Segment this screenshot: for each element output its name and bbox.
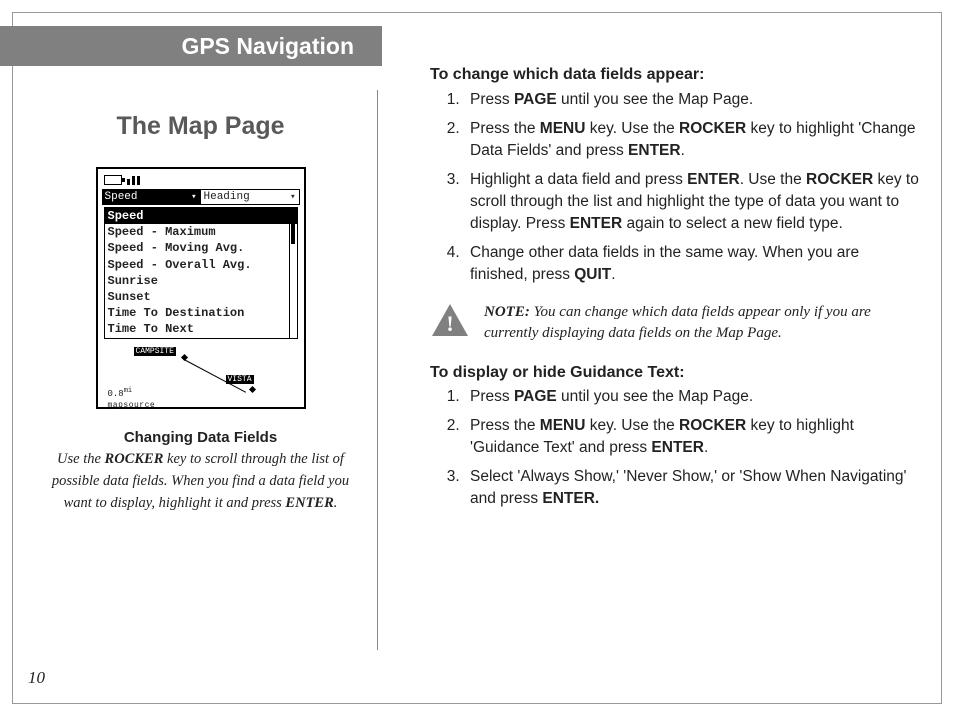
procedure-heading: To display or hide Guidance Text: [430, 362, 920, 385]
list-item: Speed - Maximum [105, 224, 297, 240]
procedure-step: Press the MENU key. Use the ROCKER key t… [464, 118, 920, 162]
procedure-step: Press the MENU key. Use the ROCKER key t… [464, 415, 920, 459]
caption-body: Use the ROCKER key to scroll through the… [52, 451, 349, 511]
list-item: Sunrise [105, 273, 297, 289]
list-item: Time To Destination [105, 305, 297, 321]
warning-icon: ! [430, 302, 470, 338]
battery-icon [104, 175, 122, 185]
device-field-list: Speed Speed - Maximum Speed - Moving Avg… [104, 207, 298, 339]
section-title: The Map Page [40, 112, 361, 141]
left-column: The Map Page Speed▾ Heading▾ Speed Speed… [40, 90, 378, 650]
procedure-heading: To change which data fields appear: [430, 64, 920, 87]
chapter-title: GPS Navigation [181, 33, 354, 60]
procedure-list: Press PAGE until you see the Map Page. P… [430, 89, 920, 286]
mapsource-label: mapsource [108, 401, 156, 410]
procedure-step: Highlight a data field and press ENTER. … [464, 169, 920, 235]
map-scale: 0.8mi [108, 387, 133, 399]
dropdown-icon: ▾ [290, 192, 295, 202]
list-item: Time To Next [105, 321, 297, 337]
device-map-area: CAMPSITE VISTA 0.8mi mapsource [104, 341, 298, 401]
procedure-step: Change other data fields in the same way… [464, 242, 920, 286]
list-item: Speed - Moving Avg. [105, 240, 297, 256]
page-number: 10 [28, 668, 45, 688]
procedure-step: Press PAGE until you see the Map Page. [464, 89, 920, 111]
waypoint-label: VISTA [226, 375, 254, 384]
list-item: Speed - Overall Avg. [105, 257, 297, 273]
chapter-header: GPS Navigation [0, 26, 382, 66]
note-text: NOTE: You can change which data fields a… [484, 302, 920, 344]
device-screenshot: Speed▾ Heading▾ Speed Speed - Maximum Sp… [96, 167, 306, 409]
scrollbar [289, 208, 297, 338]
list-item: Speed [105, 208, 297, 224]
device-field-tabs: Speed▾ Heading▾ [102, 189, 300, 205]
list-item: Sunset [105, 289, 297, 305]
caption-title: Changing Data Fields [40, 427, 361, 449]
waypoint-label: CAMPSITE [134, 347, 176, 356]
svg-text:!: ! [446, 311, 453, 336]
tab-heading: Heading▾ [201, 190, 300, 204]
procedure-step: Select 'Always Show,' 'Never Show,' or '… [464, 466, 920, 510]
device-status-bar [102, 173, 300, 189]
right-column: To change which data fields appear: Pres… [430, 64, 920, 526]
tab-speed: Speed▾ [102, 190, 201, 204]
note-callout: ! NOTE: You can change which data fields… [430, 302, 920, 344]
waypoint-icon [248, 385, 255, 392]
procedure-step: Press PAGE until you see the Map Page. [464, 386, 920, 408]
procedure-list: Press PAGE until you see the Map Page. P… [430, 386, 920, 510]
dropdown-icon: ▾ [191, 192, 196, 202]
figure-caption: Changing Data Fields Use the ROCKER key … [40, 427, 361, 515]
satellite-icon [127, 175, 143, 185]
